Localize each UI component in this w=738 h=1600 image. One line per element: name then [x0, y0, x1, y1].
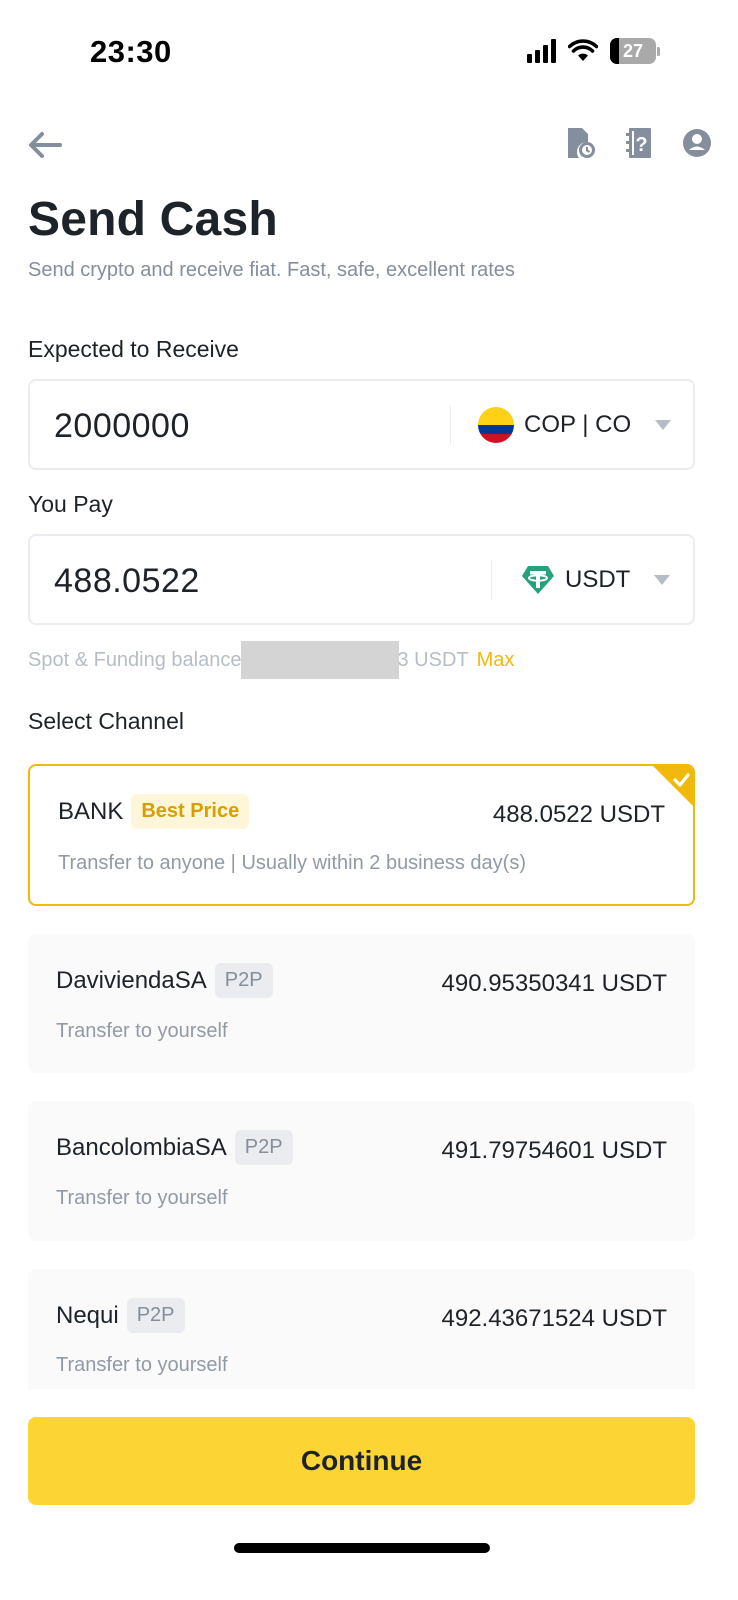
- channel-description: Transfer to yourself: [56, 1354, 228, 1376]
- p2p-badge: P2P: [126, 1298, 185, 1333]
- order-history-icon[interactable]: [566, 126, 596, 160]
- field-divider: [491, 560, 492, 600]
- wifi-icon: [568, 39, 598, 61]
- page-subtitle: Send crypto and receive fiat. Fast, safe…: [28, 259, 515, 281]
- max-button[interactable]: Max: [477, 649, 515, 672]
- status-time: 23:30: [90, 34, 172, 69]
- battery-icon: 27: [610, 38, 660, 64]
- selected-check-icon: [653, 766, 693, 806]
- page-title: Send Cash: [28, 193, 278, 246]
- receive-amount-input[interactable]: 2000000: [54, 407, 190, 446]
- pay-amount-input[interactable]: 488.0522: [54, 562, 200, 601]
- p2p-badge: P2P: [214, 963, 273, 998]
- channel-label: Select Channel: [28, 708, 184, 734]
- redacted-balance: [240, 641, 399, 679]
- p2p-badge: P2P: [234, 1130, 293, 1165]
- colombia-flag-icon: [478, 406, 514, 443]
- receive-amount-field[interactable]: 2000000 COP | CO: [28, 379, 695, 470]
- receive-currency-label: COP | CO: [524, 410, 632, 438]
- channel-amount: 490.95350341 USDT: [441, 970, 668, 997]
- pay-currency-selector[interactable]: USDT: [521, 536, 671, 623]
- channel-description: Transfer to yourself: [56, 1020, 228, 1042]
- back-arrow-icon[interactable]: [26, 128, 64, 162]
- chevron-down-icon: [655, 419, 672, 430]
- chevron-down-icon: [654, 574, 671, 585]
- balance-row: Spot & Funding balance 3 USDT Max: [28, 641, 514, 679]
- channel-amount: 488.0522 USDT: [492, 801, 665, 828]
- channel-amount: 492.43671524 USDT: [441, 1305, 668, 1332]
- status-bar: 23:30 27: [0, 0, 738, 100]
- best-price-badge: Best Price: [131, 794, 250, 829]
- status-icons: 27: [527, 38, 660, 64]
- channel-davivienda[interactable]: DaviviendaSA P2P 490.95350341 USDT Trans…: [28, 934, 695, 1073]
- tether-icon: [522, 565, 554, 594]
- signal-icon: [527, 39, 556, 63]
- channel-name: BANK: [58, 797, 124, 825]
- field-divider: [450, 405, 451, 445]
- channel-bancolombia[interactable]: BancolombiaSA P2P 491.79754601 USDT Tran…: [28, 1101, 695, 1241]
- receive-currency-selector[interactable]: COP | CO: [478, 381, 672, 468]
- channel-description: Transfer to yourself: [56, 1187, 228, 1209]
- account-icon[interactable]: [682, 126, 712, 160]
- channel-amount: 491.79754601 USDT: [441, 1137, 668, 1164]
- channel-name: DaviviendaSA: [56, 966, 207, 994]
- receive-label: Expected to Receive: [28, 336, 239, 362]
- channel-name: BancolombiaSA: [56, 1133, 227, 1161]
- continue-button[interactable]: Continue: [28, 1417, 695, 1505]
- channel-name: Nequi: [56, 1301, 119, 1329]
- balance-value-suffix: 3 USDT: [397, 648, 469, 671]
- balance-label: Spot & Funding balance: [28, 648, 242, 671]
- svg-text:?: ?: [635, 134, 647, 156]
- channel-bank[interactable]: BANK Best Price 488.0522 USDT Transfer t…: [28, 764, 695, 906]
- pay-label: You Pay: [28, 491, 113, 517]
- pay-amount-field[interactable]: 488.0522 USDT: [28, 534, 695, 625]
- home-indicator: [234, 1543, 490, 1553]
- channel-description: Transfer to anyone | Usually within 2 bu…: [58, 852, 526, 874]
- channel-nequi[interactable]: Nequi P2P 492.43671524 USDT Transfer to …: [28, 1269, 695, 1389]
- pay-currency-label: USDT: [565, 565, 631, 593]
- help-guide-icon[interactable]: ?: [624, 126, 654, 160]
- nav-actions: ?: [566, 126, 712, 160]
- battery-level: 27: [622, 40, 644, 61]
- top-nav: ?: [0, 120, 738, 170]
